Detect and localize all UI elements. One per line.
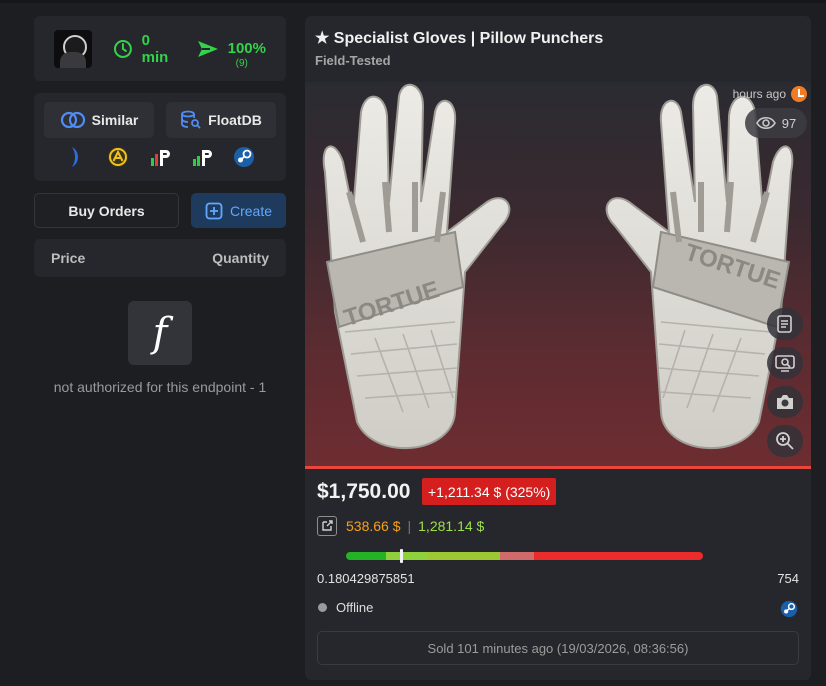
- views-count: 97: [781, 115, 797, 131]
- camera-icon[interactable]: [767, 386, 803, 418]
- rarity-bar: [305, 466, 811, 469]
- orders-table-header: Price Quantity: [34, 239, 286, 277]
- eye-icon: [755, 116, 776, 130]
- item-wear: Field-Tested: [315, 53, 391, 68]
- csfloat-logo-icon: f: [128, 301, 192, 365]
- float-value[interactable]: 0.180429875851: [317, 571, 415, 586]
- similar-label: Similar: [91, 112, 139, 128]
- listed-time: hours ago: [733, 86, 807, 102]
- sold-info: Sold 101 minutes ago (19/03/2026, 08:36:…: [317, 631, 799, 665]
- buff-icon[interactable]: [65, 146, 87, 168]
- seller-card: 0 min 100% (9): [34, 16, 286, 81]
- tools-card: Similar FloatDB: [34, 93, 286, 181]
- views-badge: 97: [745, 108, 807, 138]
- clock-icon: [113, 39, 132, 58]
- response-time: 0 min: [113, 32, 181, 66]
- floatdb-button[interactable]: FloatDB: [166, 102, 276, 138]
- seller-status: Offline: [318, 600, 373, 615]
- similar-button[interactable]: Similar: [44, 102, 154, 138]
- float-marker: [399, 549, 403, 563]
- buy-orders-row: Buy Orders Create: [34, 193, 286, 228]
- error-message: not authorized for this endpoint - 1: [53, 379, 267, 395]
- floatdb-label: FloatDB: [208, 112, 262, 128]
- status-dot: [318, 603, 327, 612]
- rings-icon: [60, 111, 85, 129]
- left-panel: 0 min 100% (9) Similar FloatDB Buy Order…: [34, 16, 286, 395]
- clock-badge-icon: [791, 86, 807, 102]
- quantity-header: Quantity: [212, 250, 269, 266]
- trade-count: (9): [235, 57, 248, 69]
- pricempire-alt-icon[interactable]: [191, 146, 213, 168]
- external-link-icon[interactable]: [317, 516, 337, 536]
- top-divider: [0, 0, 826, 3]
- csfloat-a-icon[interactable]: [107, 146, 129, 168]
- steam-profile-icon[interactable]: [780, 600, 798, 623]
- seller-avatar[interactable]: [54, 29, 92, 68]
- zoom-in-icon[interactable]: [767, 425, 803, 457]
- inspect-icon[interactable]: [767, 347, 803, 379]
- create-order-button[interactable]: Create: [191, 193, 286, 228]
- steam-icon[interactable]: [233, 146, 255, 168]
- status-text: Offline: [336, 600, 374, 615]
- pattern-seed: 754: [777, 571, 799, 586]
- price-separator: |: [407, 518, 412, 534]
- price-header: Price: [51, 250, 86, 266]
- copy-doc-icon[interactable]: [767, 308, 803, 340]
- item-title[interactable]: ★ Specialist Gloves | Pillow Punchers: [315, 28, 603, 48]
- gloves-image: TORTUE TORTUE: [322, 83, 794, 450]
- create-label: Create: [229, 202, 273, 219]
- database-search-icon: [181, 110, 201, 129]
- response-time-value: 0 min: [141, 31, 169, 66]
- item-image[interactable]: TORTUE TORTUE hours ago 97: [305, 82, 811, 468]
- reference-price-1: 538.66 $: [346, 518, 401, 534]
- success-rate-value: 100%: [227, 40, 266, 57]
- item-card: ★ Specialist Gloves | Pillow Punchers Fi…: [305, 16, 811, 680]
- price-delta-badge: +1,211.34 $ (325%): [422, 478, 557, 505]
- item-price: $1,750.00: [317, 480, 411, 503]
- buy-orders-label: Buy Orders: [68, 202, 145, 219]
- buy-orders-button[interactable]: Buy Orders: [34, 193, 179, 228]
- reference-prices: 538.66 $ | 1,281.14 $: [317, 516, 484, 536]
- plus-square-icon: [205, 202, 223, 219]
- send-icon: [197, 40, 218, 57]
- time-ago-text: hours ago: [732, 87, 786, 101]
- reference-price-2: 1,281.14 $: [418, 518, 485, 534]
- success-rate: 100% (9): [197, 39, 266, 69]
- pricempire-icon[interactable]: [149, 146, 171, 168]
